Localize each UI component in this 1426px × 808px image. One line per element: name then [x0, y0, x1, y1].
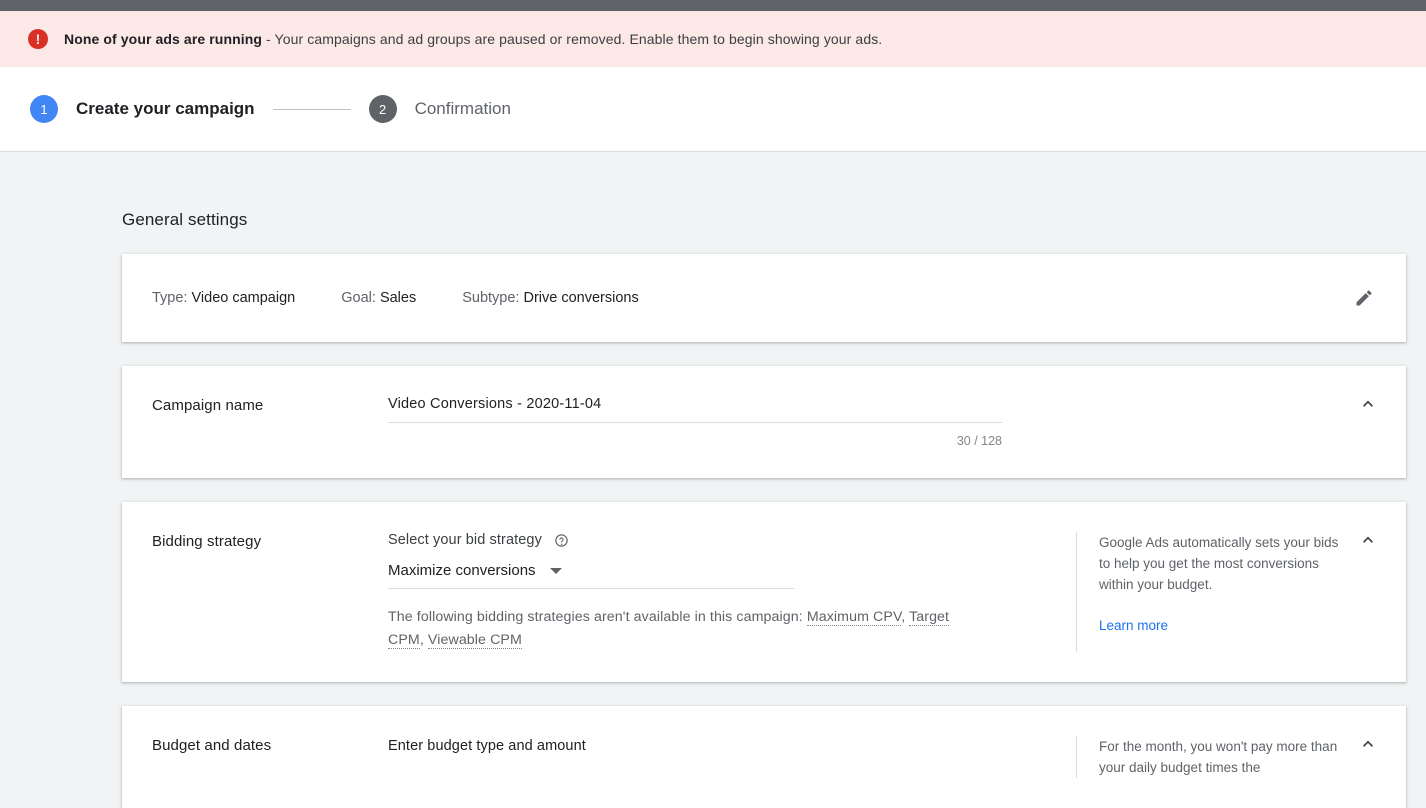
- bidding-strategy-help-text: Google Ads automatically sets your bids …: [1099, 535, 1339, 592]
- campaign-type-item: Type: Video campaign: [152, 290, 295, 306]
- campaign-creation-stepper: 1 Create your campaign 2 Confirmation: [0, 67, 1426, 152]
- budget-and-dates-row: Budget and dates Enter budget type and a…: [122, 706, 1406, 808]
- bidding-strategy-collapse-button[interactable]: [1356, 528, 1380, 552]
- unavailable-strategies-note: The following bidding strategies aren't …: [388, 609, 950, 649]
- campaign-goal-label: Goal:: [341, 290, 376, 306]
- alert-title: None of your ads are running: [64, 31, 263, 47]
- step-2-label: Confirmation: [414, 99, 511, 118]
- campaign-subtype-item: Subtype: Drive conversions: [462, 290, 639, 306]
- bidding-strategy-main: Select your bid strategy Maximize conver…: [388, 532, 1076, 652]
- budget-help-text: For the month, you won't pay more than y…: [1099, 739, 1338, 775]
- campaign-name-collapse-button[interactable]: [1356, 392, 1380, 416]
- unavailable-note-prefix: The following bidding strategies aren't …: [388, 609, 807, 625]
- stepper-connector-line: [272, 108, 351, 110]
- unavailable-strategy-viewable-cpm[interactable]: Viewable CPM: [427, 632, 522, 649]
- budget-and-dates-main: Enter budget type and amount: [388, 736, 1076, 778]
- bid-strategy-select-value-wrap[interactable]: Maximize conversions: [388, 562, 794, 588]
- campaign-subtype-value: Drive conversions: [523, 290, 639, 306]
- unavailable-strategy-maximum-cpv[interactable]: Maximum CPV: [806, 609, 902, 626]
- bidding-strategy-label: Bidding strategy: [152, 533, 262, 550]
- bidding-strategy-card: Bidding strategy Select your bid strateg…: [122, 502, 1406, 682]
- campaign-name-card: Campaign name Video Conversions - 2020-1…: [122, 366, 1406, 478]
- ads-not-running-alert: ! None of your ads are running - Your ca…: [0, 11, 1426, 67]
- edit-campaign-type-button[interactable]: [1352, 286, 1376, 310]
- campaign-name-input[interactable]: Video Conversions - 2020-11-04: [388, 396, 1002, 422]
- chevron-up-icon: [1363, 400, 1373, 407]
- step-create-your-campaign[interactable]: 1 Create your campaign: [30, 95, 255, 123]
- bid-strategy-field-title-text: Select your bid strategy: [388, 532, 542, 548]
- step-2-number: 2: [378, 101, 387, 117]
- campaign-name-field-wrap: Video Conversions - 2020-11-04 30 / 128: [388, 396, 1406, 448]
- bid-strategy-select-underline: [388, 588, 794, 589]
- chevron-up-icon: [1363, 740, 1373, 747]
- campaign-name-field[interactable]: Video Conversions - 2020-11-04 30 / 128: [388, 396, 1002, 448]
- step-1-label: Create your campaign: [76, 99, 255, 118]
- bidding-strategy-row: Bidding strategy Select your bid strateg…: [122, 502, 1406, 682]
- bidding-learn-more-link[interactable]: Learn more: [1099, 615, 1168, 636]
- campaign-name-char-counter: 30 / 128: [956, 434, 1002, 448]
- bid-strategy-field-title: Select your bid strategy: [388, 532, 1052, 548]
- page-title: General settings: [122, 210, 248, 229]
- step-1-number-badge: 1: [30, 95, 58, 123]
- alert-message: None of your ads are running - Your camp…: [64, 31, 882, 47]
- campaign-type-summary-card: Type: Video campaign Goal: Sales Subtype…: [122, 254, 1406, 342]
- bid-strategy-select[interactable]: Maximize conversions: [388, 562, 794, 589]
- settings-content: General settings Type: Video campaign Go…: [0, 210, 1426, 808]
- step-1-number: 1: [40, 101, 48, 117]
- help-question-icon[interactable]: [554, 533, 569, 548]
- alert-separator: -: [262, 31, 275, 47]
- campaign-type-value: Video campaign: [191, 290, 296, 306]
- budget-and-dates-label: Budget and dates: [152, 737, 272, 754]
- top-app-bar: [0, 0, 1426, 11]
- chevron-up-icon: [1363, 536, 1373, 543]
- campaign-name-row: Campaign name Video Conversions - 2020-1…: [122, 366, 1406, 478]
- chevron-down-icon: [549, 567, 562, 574]
- step-2-number-badge: 2: [368, 95, 397, 123]
- error-exclamation-icon: !: [28, 29, 48, 49]
- campaign-subtype-label: Subtype:: [462, 290, 520, 306]
- campaign-name-input-underline: [388, 422, 1002, 423]
- step-confirmation[interactable]: 2 Confirmation: [368, 95, 511, 123]
- help-question-icon-glyph: [555, 533, 568, 547]
- alert-body: Your campaigns and ad groups are paused …: [274, 31, 883, 47]
- campaign-type-label: Type:: [152, 290, 188, 306]
- bid-strategy-selected-value: Maximize conversions: [388, 562, 536, 579]
- campaign-name-label: Campaign name: [152, 397, 264, 414]
- pencil-edit-icon: [1356, 290, 1372, 306]
- campaign-goal-item: Goal: Sales: [341, 290, 416, 306]
- error-icon-glyph: !: [35, 30, 41, 47]
- budget-prompt-text: Enter budget type and amount: [388, 738, 586, 754]
- campaign-goal-value: Sales: [379, 290, 417, 306]
- budget-collapse-button[interactable]: [1356, 732, 1380, 756]
- budget-and-dates-card: Budget and dates Enter budget type and a…: [122, 706, 1406, 808]
